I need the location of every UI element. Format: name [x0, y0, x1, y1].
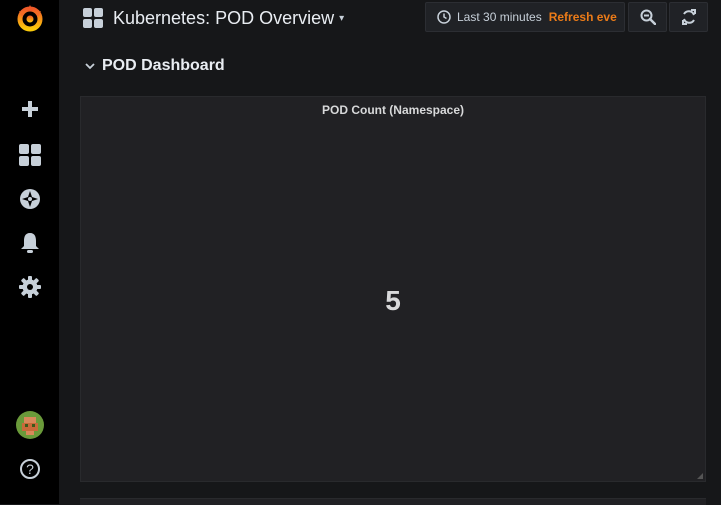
refresh-icon	[681, 9, 696, 25]
refresh-button[interactable]	[669, 2, 708, 32]
dashboard-grid-icon	[83, 8, 103, 28]
row-collapse-toggle[interactable]: POD Dashboard	[84, 56, 225, 76]
plus-icon[interactable]	[14, 93, 46, 125]
user-avatar[interactable]	[14, 409, 46, 441]
configuration-gear-icon[interactable]	[14, 271, 46, 303]
side-menu: ?	[0, 0, 59, 504]
singlestat-panel: POD Count (Namespace) 5	[80, 96, 706, 482]
zoom-out-button[interactable]	[628, 2, 667, 32]
caret-down-icon: ▾	[339, 12, 345, 24]
time-range-label: Last 30 minutes	[457, 10, 542, 24]
row-title: POD Dashboard	[102, 57, 225, 74]
help-icon-label: ?	[20, 459, 40, 479]
dashboard-title-button[interactable]: Kubernetes: POD Overview ▾	[83, 6, 344, 30]
grafana-logo-icon[interactable]	[14, 2, 46, 34]
dashboards-icon[interactable]	[14, 139, 46, 171]
panel-resize-handle-icon[interactable]	[697, 473, 703, 479]
help-icon[interactable]: ?	[14, 453, 46, 485]
zoom-out-icon	[640, 9, 656, 25]
panel-title[interactable]: POD Count (Namespace)	[81, 103, 705, 117]
dashboard-navbar: Kubernetes: POD Overview ▾ Last 30 minut…	[59, 0, 721, 40]
chevron-down-icon	[85, 63, 95, 70]
dashboard-title: Kubernetes: POD Overview	[113, 7, 335, 28]
panel-value: 5	[385, 285, 401, 316]
time-range-picker[interactable]: Last 30 minutes Refresh eve	[425, 2, 625, 32]
alerting-bell-icon[interactable]	[14, 227, 46, 259]
refresh-interval-label: Refresh eve	[548, 10, 617, 24]
explore-compass-icon[interactable]	[14, 183, 46, 215]
clock-icon	[437, 10, 451, 24]
